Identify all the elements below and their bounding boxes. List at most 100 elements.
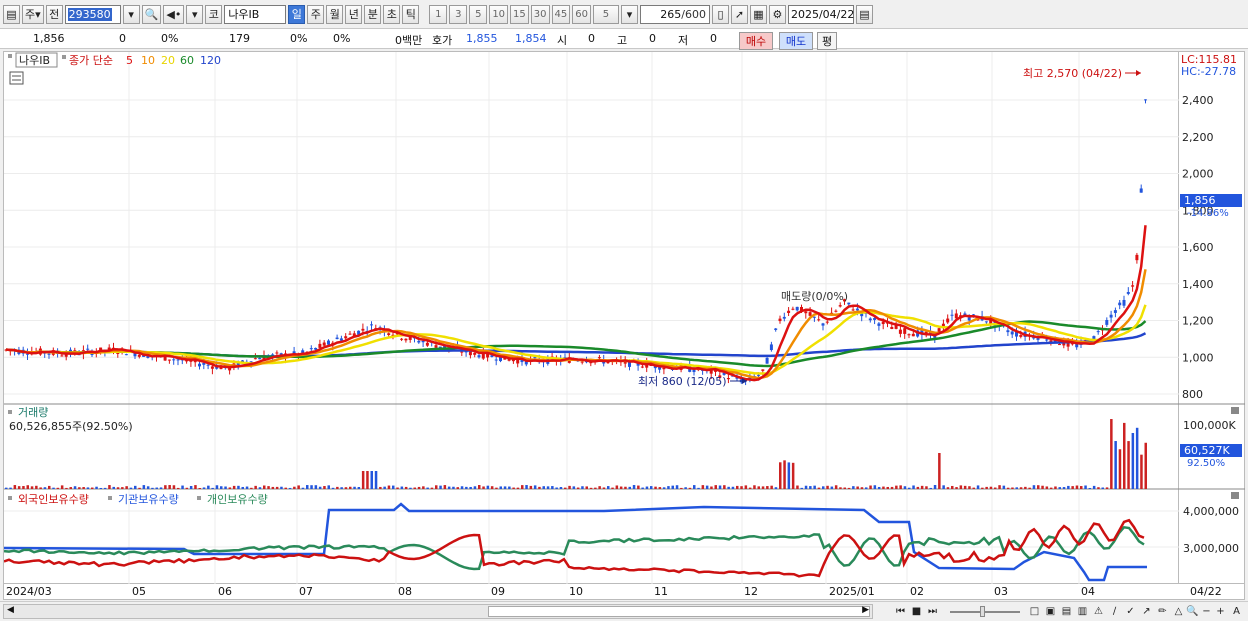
scroll-thumb[interactable] [488, 606, 870, 617]
volume-bar [1041, 485, 1044, 489]
legend-stock-name: 나우IB [19, 54, 50, 67]
tool-icon-6[interactable]: △ [1171, 604, 1186, 619]
price-change: 0 [119, 32, 126, 45]
interval-15-button[interactable]: 15 [510, 4, 529, 24]
last-page-icon[interactable]: ⏭ [925, 604, 940, 619]
type-select[interactable]: 주 ▾ [22, 4, 44, 24]
calendar-icon[interactable]: ▤ [855, 4, 873, 24]
period-year-tab[interactable]: 년 [345, 4, 363, 24]
volume-bar [417, 486, 421, 489]
chart-menu-icon[interactable]: ▤ [3, 4, 20, 24]
first-page-icon[interactable]: ⏮ [893, 604, 908, 619]
avg-button[interactable]: 평 [817, 32, 837, 50]
holding-panel-close-icon[interactable] [1231, 492, 1239, 499]
count-field[interactable]: 265/600 [639, 4, 710, 24]
period-second-tab[interactable]: 초 [383, 4, 401, 24]
period-day-tab[interactable]: 일 [288, 4, 306, 24]
chart-canvas[interactable]: 나우IB 종가 단순 5 10 20 60 120 최고 2,570 (04/2… [3, 52, 1238, 585]
candle-body [640, 366, 644, 368]
volume-bar [129, 487, 133, 489]
volume-bar [538, 486, 541, 489]
sound-icon[interactable]: ◀• [163, 4, 185, 24]
holding-legend: 외국인보유수량 기관보유수량 개인보유수량 [8, 493, 268, 506]
volume-bar [963, 485, 967, 489]
period-month-tab[interactable]: 월 [326, 4, 344, 24]
interval-1-button[interactable]: 1 [429, 4, 448, 24]
draw-tool-icon[interactable]: ➚ [730, 4, 748, 24]
interval-30-button[interactable]: 30 [530, 4, 550, 24]
price-tick-label: 2,200 [1182, 131, 1214, 144]
period-week-tab[interactable]: 주 [307, 4, 325, 24]
interval-5-button[interactable]: 5 [469, 4, 488, 24]
volume-bar [237, 485, 240, 489]
layout-icon-1[interactable]: □ [1027, 604, 1042, 619]
interval-45-button[interactable]: 45 [551, 4, 571, 24]
volume-bar [1088, 487, 1092, 489]
layout-icon-2[interactable]: ▣ [1043, 604, 1058, 619]
candle-body [1144, 99, 1147, 101]
tool-icon-5[interactable]: ✏ [1155, 604, 1170, 619]
volume-bar [903, 486, 907, 489]
scroll-left-icon[interactable]: ◀ [7, 605, 14, 615]
interval-60-button[interactable]: 60 [572, 4, 591, 24]
chart-scrollbar[interactable]: ◀ ▶ [3, 604, 873, 619]
interval-select[interactable]: 5 [592, 4, 619, 24]
foreign-series-label: 외국인보유수량 [18, 493, 89, 506]
tool-icon-2[interactable]: ∕ [1107, 604, 1122, 619]
date-field[interactable]: 2025/04/22 [787, 4, 854, 24]
volume-bar [877, 486, 881, 489]
volume-bar [916, 486, 920, 489]
candle-type-icon[interactable]: ▯ [711, 4, 729, 24]
stock-name-field[interactable]: 나우IB [224, 4, 287, 24]
zoom-slider[interactable] [950, 611, 1020, 613]
chart-area[interactable]: 나우IB 종가 단순 5 10 20 60 120 최고 2,570 (04/2… [3, 51, 1238, 585]
period-minute-tab[interactable]: 분 [364, 4, 382, 24]
candle-body [782, 316, 786, 319]
tool-icon-1[interactable]: ⚠ [1091, 604, 1106, 619]
interval-3-button[interactable]: 3 [449, 4, 468, 24]
layout-icon-4[interactable]: ▥ [1075, 604, 1090, 619]
tool-icon-3[interactable]: ✓ [1123, 604, 1138, 619]
volume-bar [740, 486, 743, 489]
list-dropdown-icon[interactable]: ▾ [186, 4, 204, 24]
zoom-in-icon[interactable]: + [1213, 604, 1228, 619]
volume-bar [503, 486, 507, 489]
institution-series-label: 기관보유수량 [118, 493, 179, 506]
calculator-icon[interactable] [9, 71, 24, 85]
volume-bar [873, 485, 877, 489]
open-value: 0 [588, 32, 595, 45]
font-size-icon[interactable]: A [1229, 604, 1244, 619]
zoom-slider-thumb[interactable] [980, 606, 985, 617]
volume-bar [215, 485, 219, 489]
volume-panel-close-icon[interactable] [1231, 407, 1239, 414]
gear-icon[interactable]: ⚙ [768, 4, 786, 24]
volume-bar [1058, 487, 1061, 489]
interval-10-button[interactable]: 10 [489, 4, 509, 24]
layout-icon-3[interactable]: ▤ [1059, 604, 1074, 619]
search-icon[interactable]: 🔍 [141, 4, 162, 24]
volume-bar [232, 485, 236, 489]
prev-button[interactable]: 전 [45, 4, 63, 24]
stop-icon[interactable]: ■ [909, 604, 924, 619]
candle-body [954, 313, 958, 319]
buy-button[interactable]: 매수 [739, 32, 773, 50]
volume-bar [396, 487, 399, 489]
sell-button[interactable]: 매도 [779, 32, 813, 50]
zoom-out-icon[interactable]: − [1199, 604, 1214, 619]
stock-code-input[interactable]: 293580 [64, 4, 121, 24]
volume-bar [387, 485, 391, 489]
period-tick-tab[interactable]: 틱 [402, 4, 420, 24]
interval-dropdown-icon[interactable]: ▾ [620, 4, 638, 24]
volume-bar [82, 487, 85, 489]
code-dropdown-icon[interactable]: ▾ [122, 4, 140, 24]
candle-body [1105, 320, 1109, 325]
candle-body [795, 306, 799, 311]
zoom-search-icon[interactable]: 🔍 [1185, 604, 1200, 619]
scroll-right-icon[interactable]: ▶ [862, 605, 869, 615]
save-icon[interactable]: ▦ [749, 4, 767, 24]
tool-icon-4[interactable]: ↗ [1139, 604, 1154, 619]
volume-bar [318, 486, 322, 489]
volume-bar [890, 486, 894, 489]
candle-body [275, 352, 279, 354]
candle-body [400, 338, 404, 340]
